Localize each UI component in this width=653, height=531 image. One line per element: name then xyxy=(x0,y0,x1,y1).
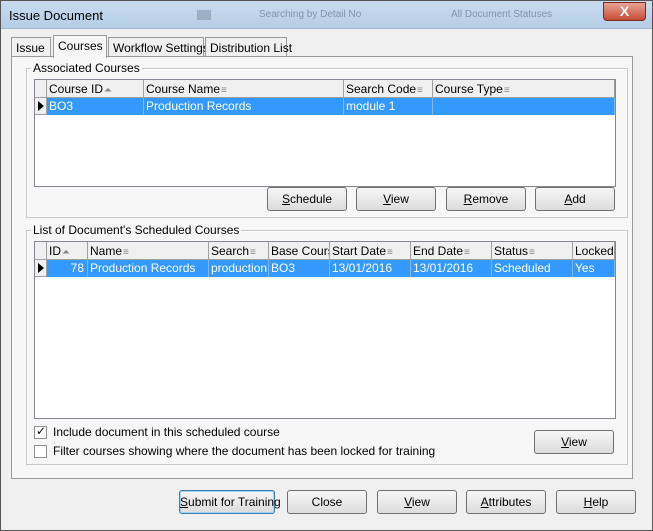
background-app-icon xyxy=(197,10,211,20)
cell-locked[interactable]: Yes xyxy=(573,260,615,277)
header-locked[interactable]: Locked xyxy=(573,242,615,260)
attributes-button[interactable]: Attributes xyxy=(466,490,546,514)
cell-start-date[interactable]: 13/01/2016 xyxy=(330,260,411,277)
sort-asc-icon: ⏶ xyxy=(62,247,70,258)
cell-course-id[interactable]: BO3 xyxy=(47,98,144,115)
tab-distribution-list[interactable]: Distribution List xyxy=(205,37,292,57)
header-end-date[interactable]: End Date≡ xyxy=(411,242,492,260)
cell-end-date[interactable]: 13/01/2016 xyxy=(411,260,492,277)
header-course-id[interactable]: Course ID⏶ xyxy=(47,80,144,98)
sort-icon: ≡ xyxy=(529,247,535,258)
associated-courses-label: Associated Courses xyxy=(31,61,142,75)
sort-icon: ≡ xyxy=(503,85,510,96)
associated-courses-grid[interactable]: Course ID⏶ Course Name≡ Search Code≡ Cou… xyxy=(34,79,616,187)
filter-locked-label: Filter courses showing where the documen… xyxy=(53,444,436,458)
cell-search[interactable]: production xyxy=(209,260,269,277)
courses-tab-panel: Associated Courses Course ID⏶ Course Nam… xyxy=(11,56,633,479)
cell-course-type[interactable] xyxy=(433,98,615,115)
header-status[interactable]: Status≡ xyxy=(492,242,573,260)
table-row[interactable]: BO3 Production Records module 1 xyxy=(35,98,615,115)
current-row-arrow-icon xyxy=(35,260,47,277)
background-text-status: All Document Statuses xyxy=(451,9,553,20)
view-course-button[interactable]: View xyxy=(356,187,436,211)
sort-asc-icon: ⏶ xyxy=(104,85,113,96)
cell-status[interactable]: Scheduled xyxy=(492,260,573,277)
filter-locked-checkbox[interactable] xyxy=(34,445,47,458)
header-name[interactable]: Name≡ xyxy=(88,242,209,260)
scheduled-courses-label: List of Document's Scheduled Courses xyxy=(31,223,242,237)
schedule-button[interactable]: Schedule xyxy=(267,187,347,211)
close-window-button[interactable]: X xyxy=(603,2,646,21)
header-search[interactable]: Search≡ xyxy=(209,242,269,260)
cell-name[interactable]: Production Records xyxy=(88,260,209,277)
tab-workflow-settings[interactable]: Workflow Settings xyxy=(108,37,209,57)
header-start-date[interactable]: Start Date≡ xyxy=(330,242,411,260)
submit-for-training-button[interactable]: Submit for Training xyxy=(179,490,281,514)
include-document-label: Include document in this scheduled cours… xyxy=(53,425,280,439)
header-id[interactable]: ID⏶ xyxy=(47,242,88,260)
sort-icon: ≡ xyxy=(387,247,393,258)
cell-id[interactable]: 78 xyxy=(47,260,88,277)
scheduled-grid-header: ID⏶ Name≡ Search≡ Base Cours Start Date≡… xyxy=(35,242,615,260)
header-base-course[interactable]: Base Cours xyxy=(269,242,330,260)
add-course-button[interactable]: Add xyxy=(535,187,615,211)
remove-course-button[interactable]: Remove xyxy=(446,187,526,211)
window-title: Issue Document xyxy=(9,8,103,23)
header-course-type[interactable]: Course Type≡ xyxy=(433,80,615,98)
close-button[interactable]: Close xyxy=(287,490,367,514)
row-selector-header xyxy=(35,80,47,98)
row-selector-header xyxy=(35,242,47,260)
tab-courses[interactable]: Courses xyxy=(53,35,107,58)
help-button[interactable]: Help xyxy=(556,490,636,514)
cell-course-name[interactable]: Production Records xyxy=(144,98,344,115)
view-button[interactable]: View xyxy=(377,490,457,514)
sort-icon: ≡ xyxy=(417,85,423,96)
sort-icon: ≡ xyxy=(250,247,256,258)
tab-issue[interactable]: Issue xyxy=(11,37,51,57)
background-text-search: Searching by Detail No xyxy=(259,9,362,20)
current-row-arrow-icon xyxy=(35,98,47,115)
cell-search-code[interactable]: module 1 xyxy=(344,98,433,115)
scheduled-courses-grid[interactable]: ID⏶ Name≡ Search≡ Base Cours Start Date≡… xyxy=(34,241,616,419)
header-search-code[interactable]: Search Code≡ xyxy=(344,80,433,98)
issue-document-window: Issue Document Searching by Detail No Al… xyxy=(0,0,653,531)
associated-courses-group: Associated Courses Course ID⏶ Course Nam… xyxy=(26,61,628,218)
view-scheduled-button[interactable]: View xyxy=(534,430,614,454)
sort-icon: ≡ xyxy=(123,247,129,258)
table-row[interactable]: 78 Production Records production BO3 13/… xyxy=(35,260,615,277)
include-document-checkbox[interactable] xyxy=(34,424,47,439)
cell-base-course[interactable]: BO3 xyxy=(269,260,330,277)
associated-grid-header: Course ID⏶ Course Name≡ Search Code≡ Cou… xyxy=(35,80,615,98)
title-bar[interactable]: Issue Document Searching by Detail No Al… xyxy=(1,1,652,29)
sort-icon: ≡ xyxy=(221,85,227,96)
header-course-name[interactable]: Course Name≡ xyxy=(144,80,344,98)
sort-icon: ≡ xyxy=(464,247,470,258)
